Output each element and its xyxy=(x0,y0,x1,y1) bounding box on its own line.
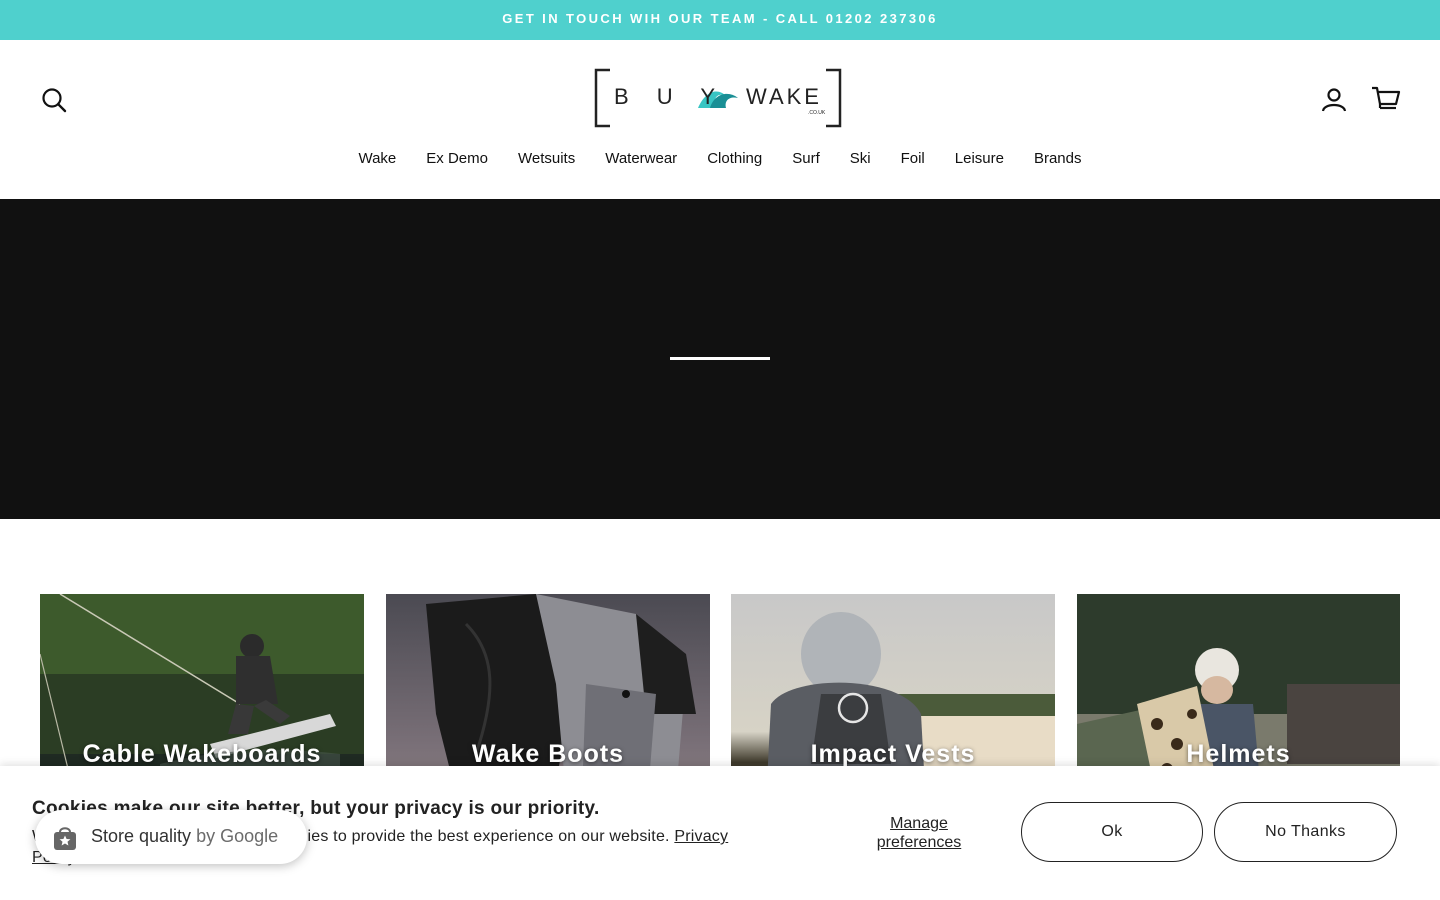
nav-item-surf[interactable]: Surf xyxy=(792,150,820,170)
google-store-quality-badge[interactable]: Store quality by Google xyxy=(35,810,307,864)
cookie-no-thanks-button[interactable]: No Thanks xyxy=(1214,802,1397,862)
manage-preferences-link[interactable]: Manage preferences xyxy=(860,814,978,852)
nav-item-wetsuits[interactable]: Wetsuits xyxy=(518,150,575,170)
search-icon xyxy=(42,88,67,113)
logo-text-left: B U Y xyxy=(614,84,727,109)
user-icon xyxy=(1321,88,1347,112)
nav-item-leisure[interactable]: Leisure xyxy=(955,150,1004,170)
main-nav: Wake Ex Demo Wetsuits Waterwear Clothing… xyxy=(0,150,1440,170)
nav-item-ski[interactable]: Ski xyxy=(850,150,871,170)
nav-item-wake[interactable]: Wake xyxy=(358,150,396,170)
announcement-bar: GET IN TOUCH WIH OUR TEAM - CALL 01202 2… xyxy=(0,0,1440,40)
nav-item-brands[interactable]: Brands xyxy=(1034,150,1082,170)
account-button[interactable] xyxy=(1320,86,1348,114)
cookie-ok-button[interactable]: Ok xyxy=(1021,802,1203,862)
search-button[interactable] xyxy=(40,86,68,114)
cart-button[interactable] xyxy=(1370,84,1402,114)
badge-label: Store quality xyxy=(91,826,192,846)
nav-item-waterwear[interactable]: Waterwear xyxy=(605,150,677,170)
hero-banner xyxy=(0,199,1440,519)
collection-title-wake-boots: Wake Boots xyxy=(471,740,625,768)
cart-icon xyxy=(1372,86,1401,110)
nav-item-ex-demo[interactable]: Ex Demo xyxy=(426,150,488,170)
collection-title-helmets: Helmets xyxy=(1186,740,1291,768)
logo-text-right: WAKE xyxy=(746,84,822,109)
badge-text: Store quality by Google xyxy=(91,826,278,847)
hero-loading-bar xyxy=(670,357,770,360)
shopping-bag-icon xyxy=(54,827,76,850)
badge-by-google: by Google xyxy=(196,826,279,846)
logo[interactable]: B U Y WAKE .CO.UK xyxy=(594,68,842,128)
nav-item-clothing[interactable]: Clothing xyxy=(707,150,762,170)
collection-title-cable-wakeboards: Cable Wakeboards xyxy=(82,740,322,768)
collection-title-impact-vests: Impact Vests xyxy=(810,740,976,768)
site-header: B U Y WAKE .CO.UK Wake Ex Demo Wetsuits … xyxy=(0,40,1440,199)
nav-item-foil[interactable]: Foil xyxy=(901,150,925,170)
announcement-text: GET IN TOUCH WIH OUR TEAM - CALL 01202 2… xyxy=(502,11,938,26)
logo-subtext: .CO.UK xyxy=(808,110,826,116)
